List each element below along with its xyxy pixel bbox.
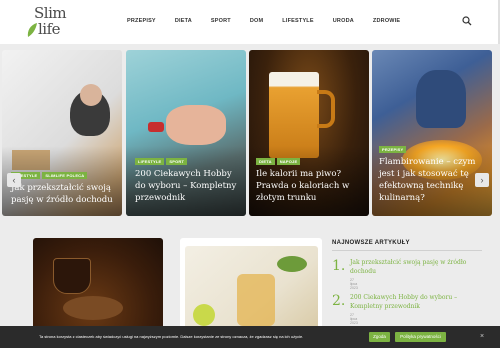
tag-napoje[interactable]: NAPOJE — [276, 158, 301, 165]
slide-beer[interactable]: DIETA NAPOJE Ile kalorii ma piwo? Prawda… — [249, 50, 369, 216]
person-head — [80, 84, 102, 106]
nav-dieta[interactable]: DIETA — [175, 18, 192, 24]
nav-uroda[interactable]: URODA — [333, 18, 354, 24]
recent-number: 1. — [332, 258, 346, 274]
slide-tags: LIFESTYLE SLIMLIFE POLECA — [11, 172, 89, 179]
recent-title-link[interactable]: Jak przekształcić swoją pasję w źródło d… — [350, 258, 470, 276]
chef-figure — [416, 70, 466, 128]
cookie-accept-button[interactable]: Zgoda — [369, 332, 390, 342]
recent-title-link[interactable]: 200 Ciekawych Hobby do wyboru – Kompletn… — [350, 293, 470, 311]
site-logo[interactable]: Slim life — [26, 4, 67, 40]
lemon — [193, 304, 215, 326]
cookie-banner: Ta strona korzysta z ciasteczek aby świa… — [0, 326, 500, 348]
cookie-text: Ta strona korzysta z ciasteczek aby świa… — [39, 334, 304, 339]
slide-title[interactable]: 200 Ciekawych Hobby do wyboru – Kompletn… — [135, 168, 243, 204]
tag-dieta[interactable]: DIETA — [256, 158, 275, 165]
close-icon[interactable]: × — [480, 333, 484, 340]
privacy-policy-button[interactable]: Polityka prywatności — [395, 332, 446, 342]
tag-lifestyle[interactable]: LIFESTYLE — [135, 158, 165, 165]
pliers-handle — [148, 122, 164, 132]
slide-title[interactable]: Flambirowanie – czym jest i jak stosować… — [379, 156, 479, 204]
sidebar-title: NAJNOWSZE ARTYKUŁY — [332, 240, 410, 246]
logo-text-life: life — [38, 20, 61, 38]
tea-glass — [237, 274, 275, 326]
featured-slider: LIFESTYLE SLIMLIFE POLECA Jak przekształ… — [0, 50, 498, 216]
slide-side-hustle[interactable]: LIFESTYLE SLIMLIFE POLECA Jak przekształ… — [2, 50, 122, 216]
recent-date: 27 lipca 2023 — [350, 278, 358, 290]
nav-zdrowie[interactable]: ZDROWIE — [373, 18, 400, 24]
recent-number: 2. — [332, 293, 346, 309]
nav-lifestyle[interactable]: LIFESTYLE — [282, 18, 313, 24]
nav-przepisy[interactable]: PRZEPISY — [127, 18, 156, 24]
main-nav: PRZEPISY DIETA SPORT DOM LIFESTYLE URODA… — [127, 18, 419, 24]
nav-sport[interactable]: SPORT — [211, 18, 231, 24]
slide-tags: PRZEPISY — [379, 146, 408, 153]
slide-hobby[interactable]: LIFESTYLE SPORT 200 Ciekawych Hobby do w… — [126, 50, 246, 216]
herbs — [277, 256, 307, 272]
nav-dom[interactable]: DOM — [250, 18, 263, 24]
hands — [166, 105, 226, 145]
slide-flambe[interactable]: PRZEPISY Flambirowanie – czym jest i jak… — [372, 50, 492, 216]
slide-title[interactable]: Jak przekształcić swoją pasję w źródło d… — [11, 182, 119, 206]
slider-prev-button[interactable]: ‹ — [7, 173, 21, 187]
site-header: Slim life PRZEPISY DIETA SPORT DOM LIFES… — [0, 0, 500, 44]
sidebar-divider — [332, 250, 482, 251]
slider-next-button[interactable]: › — [475, 173, 489, 187]
beer-handle — [317, 90, 335, 128]
tag-przepisy[interactable]: PRZEPISY — [379, 146, 407, 153]
tag-sport[interactable]: SPORT — [166, 158, 188, 165]
tea-cup — [53, 258, 91, 294]
leaf-icon — [27, 23, 37, 37]
search-icon[interactable] — [462, 16, 472, 26]
slide-tags: DIETA NAPOJE — [256, 158, 302, 165]
slide-tags: LIFESTYLE SPORT — [135, 158, 189, 165]
card-image — [185, 246, 318, 336]
tag-slimlife-poleca[interactable]: SLIMLIFE POLECA — [42, 172, 88, 179]
tea-leaves — [63, 296, 123, 320]
slide-title[interactable]: Ile kalorii ma piwo? Prawda o kaloriach … — [256, 168, 364, 204]
recent-date: 27 lipca 2023 — [350, 313, 358, 325]
